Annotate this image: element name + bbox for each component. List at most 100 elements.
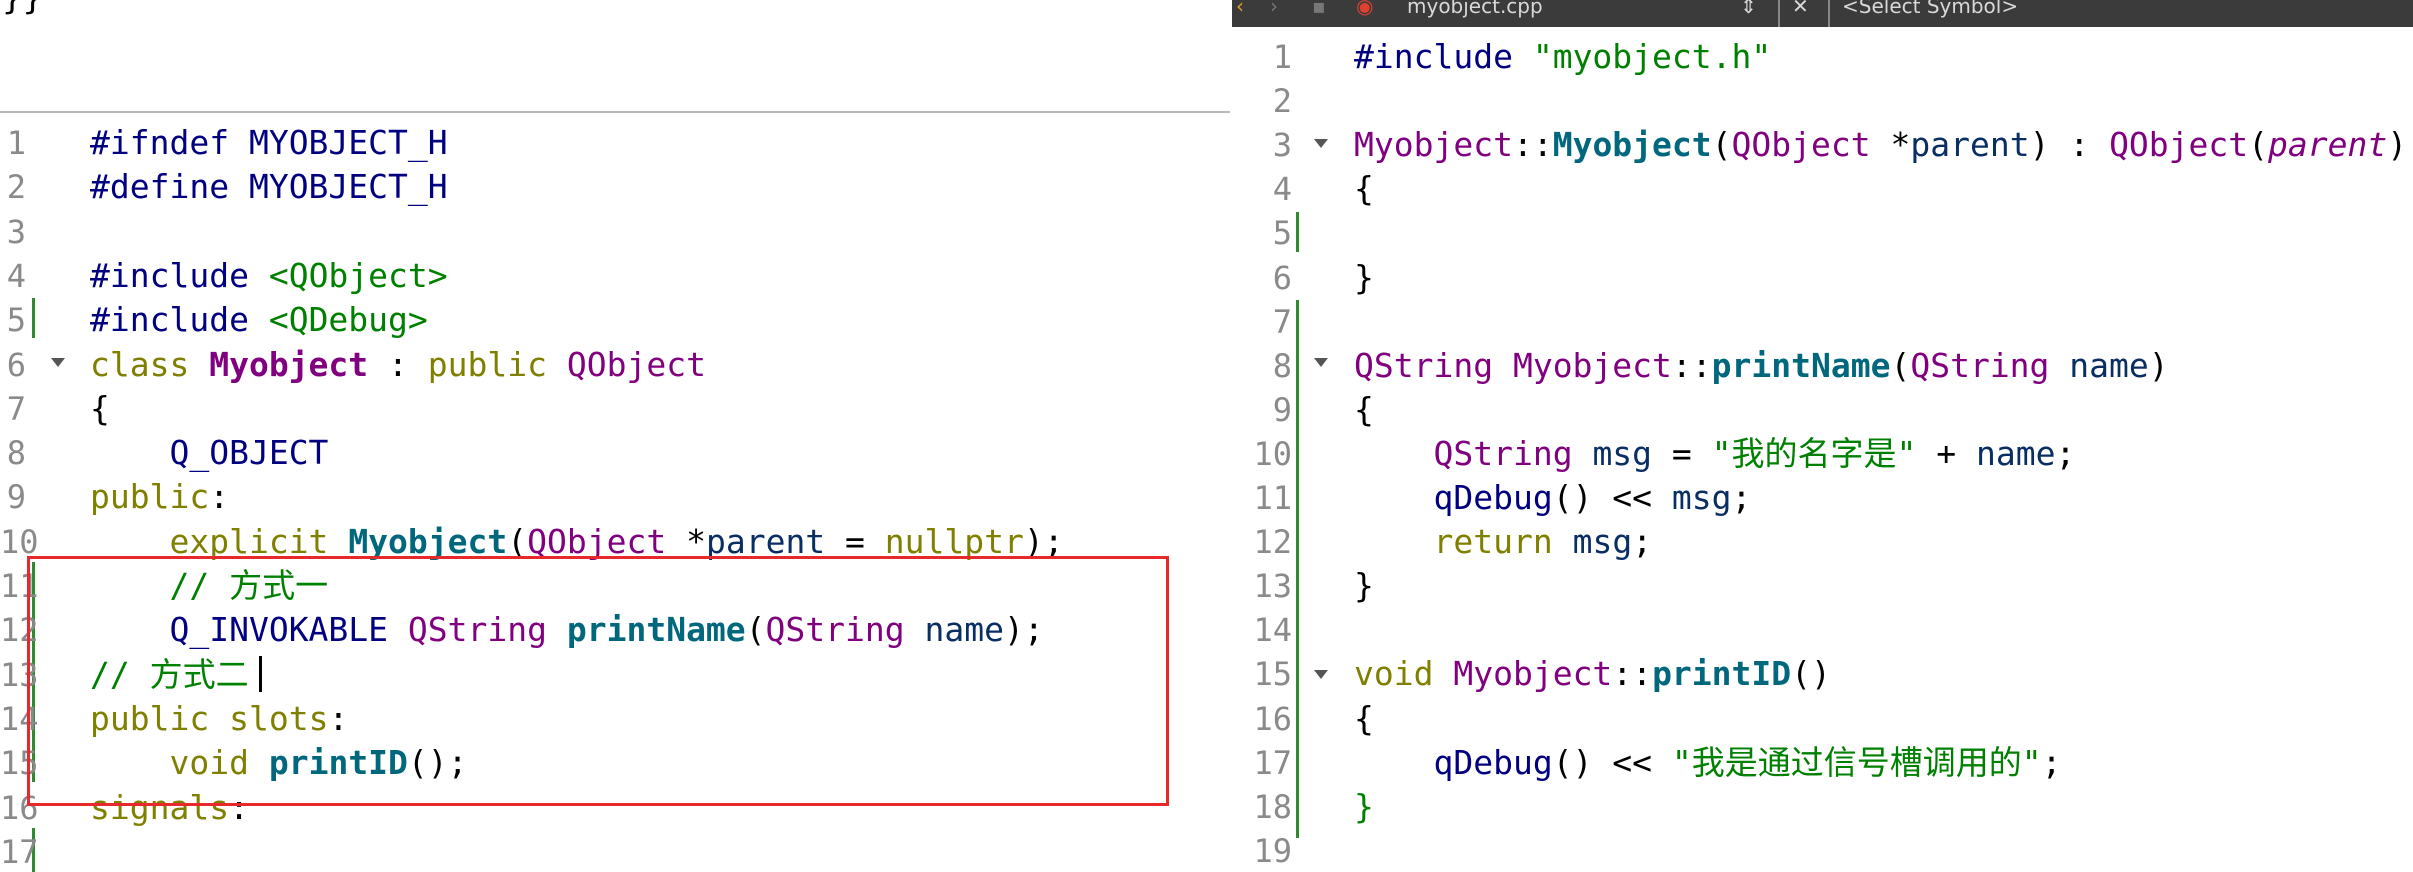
line-number: 18 [1253, 787, 1292, 826]
line-number: 10 [0, 522, 39, 561]
right-editor-pane[interactable]: ‹ › ▪ ◉ myobject.cpp ⇕ ✕ <Select Symbol>… [1232, 0, 2413, 872]
back-arrow-icon[interactable]: ‹ [1236, 0, 1244, 18]
code-token: : [368, 344, 428, 384]
code-token: ) [2148, 345, 2169, 385]
code-token: QObject [2109, 125, 2249, 165]
code-token: QObject [1731, 125, 1871, 165]
code-line[interactable]: qDebug() << "我是通过信号槽调用的"; [1354, 741, 2061, 785]
forward-arrow-icon[interactable]: › [1270, 0, 1278, 18]
file-dropdown-icon[interactable]: ⇕ [1740, 0, 1757, 18]
line-number: 1 [6, 124, 26, 162]
code-token: Myobject [1354, 125, 1513, 165]
code-token: ( [507, 521, 528, 561]
code-line[interactable]: void Myobject::printID() [1354, 652, 1831, 696]
lock-icon[interactable]: ▪ [1312, 0, 1326, 18]
code-token: #include [90, 255, 249, 295]
code-token: #include [90, 300, 249, 340]
code-token: ( [2248, 125, 2269, 165]
code-token: () [1791, 654, 1831, 694]
code-token: ; [2055, 433, 2076, 473]
code-line[interactable]: QString msg = "我的名字是" + name; [1354, 432, 2075, 476]
code-token: <QDebug> [268, 300, 428, 340]
line-number: 6 [6, 345, 26, 384]
code-token: name [1976, 433, 2056, 473]
code-line[interactable]: #include "myobject.h" [1354, 35, 1771, 79]
code-line[interactable]: } [1354, 564, 1374, 608]
code-token: } [1354, 786, 1374, 826]
change-marker [1296, 212, 1299, 252]
code-token: MYOBJECT_H [248, 123, 448, 162]
fold-arrow-icon[interactable] [1314, 139, 1328, 148]
line-number: 5 [1272, 214, 1292, 253]
code-line[interactable]: #include <QObject> [90, 254, 448, 298]
code-token: Myobject [348, 521, 508, 561]
fold-arrow-icon[interactable] [1314, 358, 1328, 367]
code-line[interactable]: Myobject::Myobject(QObject *parent) : QO… [1354, 123, 2407, 167]
code-token: Myobject [209, 344, 369, 384]
code-token: class [90, 344, 190, 384]
code-token: } [1354, 566, 1374, 606]
code-token: ( [1711, 125, 1732, 165]
code-line[interactable]: } [1354, 256, 1374, 300]
code-line[interactable]: #include <QDebug> [90, 298, 428, 342]
code-token: () << [1552, 742, 1672, 782]
line-number: 8 [1272, 346, 1292, 385]
line-number: 5 [6, 301, 26, 340]
code-token: <QObject> [268, 255, 448, 295]
line-number: 17 [0, 832, 39, 871]
code-token: + [1916, 433, 1977, 473]
code-token: QString [1910, 345, 2050, 385]
file-selector[interactable]: myobject.cpp [1407, 0, 1543, 18]
fold-arrow-icon[interactable] [51, 358, 65, 367]
code-line[interactable]: { [1354, 167, 1374, 211]
code-line[interactable]: { [1354, 697, 1374, 741]
code-line[interactable]: QString Myobject::printName(QString name… [1354, 344, 2169, 388]
cpp-file-icon: ◉ [1356, 0, 1374, 18]
code-line[interactable]: public: [90, 475, 229, 519]
line-number: 7 [6, 389, 26, 428]
line-number: 4 [1272, 170, 1292, 209]
code-token: Myobject [1552, 125, 1712, 165]
code-token: return [1433, 522, 1553, 562]
line-number: 14 [0, 699, 39, 738]
code-line[interactable]: class Myobject : public QObject [90, 343, 706, 387]
fold-arrow-icon[interactable] [1314, 670, 1328, 679]
line-number: 3 [1272, 126, 1292, 165]
code-line[interactable]: { [90, 387, 110, 431]
code-line[interactable]: } [1354, 785, 1374, 829]
line-number: 16 [0, 788, 39, 827]
highlight-annotation-box [27, 556, 1169, 806]
line-number: 8 [6, 434, 26, 473]
line-number: 7 [1272, 302, 1292, 341]
toolbar-separator [1828, 0, 1830, 27]
editor-toolbar: ‹ › ▪ ◉ myobject.cpp ⇕ ✕ <Select Symbol> [1232, 0, 2413, 27]
code-line[interactable]: #ifndef MYOBJECT_H [90, 121, 448, 165]
code-token: QObject [566, 344, 706, 384]
code-line[interactable]: qDebug() << msg; [1354, 476, 1751, 520]
code-token: QString [1433, 433, 1573, 473]
code-token: explicit [169, 521, 329, 561]
code-line[interactable]: { [1354, 388, 1374, 432]
close-icon[interactable]: ✕ [1792, 0, 1809, 18]
symbol-selector[interactable]: <Select Symbol> [1842, 0, 2018, 18]
code-token: ) [2387, 125, 2408, 165]
previous-code-fragment: }} [2, 0, 43, 18]
left-editor-pane[interactable]: }} 1 #ifndef MYOBJECT_H 2 #define MYOBJECT_… [0, 0, 1230, 872]
line-number: 13 [1253, 567, 1292, 606]
code-line[interactable]: #define MYOBJECT_H [90, 165, 448, 209]
code-token: { [1354, 389, 1374, 429]
code-line[interactable]: return msg; [1354, 520, 1652, 564]
line-number: 6 [1272, 258, 1292, 297]
code-line[interactable]: Q_OBJECT [90, 431, 328, 475]
code-token: qDebug [1433, 742, 1553, 782]
line-number: 2 [6, 168, 26, 207]
